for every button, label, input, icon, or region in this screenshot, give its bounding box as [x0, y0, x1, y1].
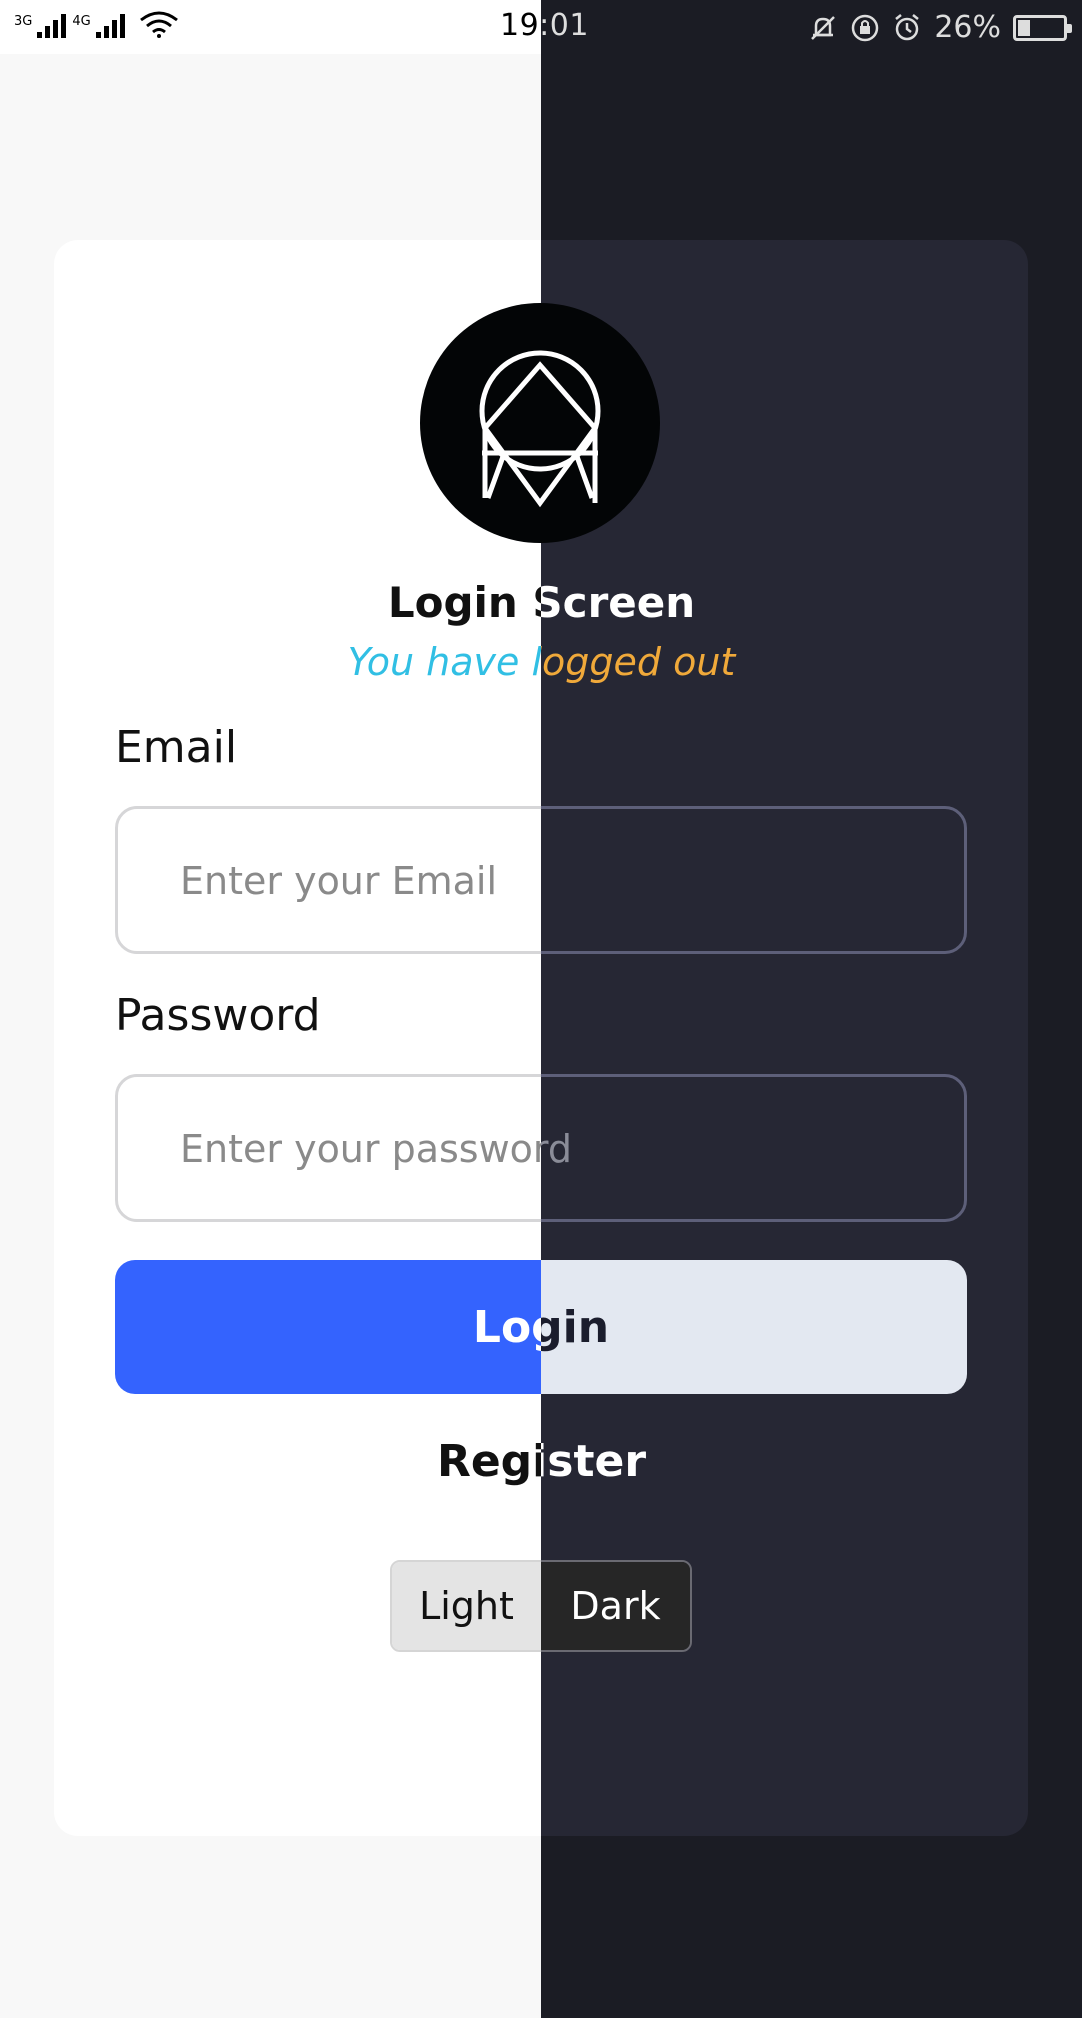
register-link[interactable]: Register — [0, 1436, 541, 1487]
logout-message: You have logged out — [541, 640, 736, 684]
theme-toggle: Light Dark — [390, 1560, 541, 1652]
mute-icon — [811, 15, 836, 40]
alarm-icon — [895, 13, 920, 40]
battery-percent: 26% — [934, 10, 1001, 45]
signal-icon: 4G — [72, 14, 125, 38]
wifi-icon — [139, 10, 179, 38]
password-placeholder: Enter your password — [541, 1127, 573, 1171]
password-placeholder: Enter your password — [180, 1127, 541, 1171]
status-bar: 3G 4G 19:01 26% — [541, 0, 1082, 54]
email-field[interactable]: Enter your Email — [541, 806, 967, 954]
email-field[interactable]: Enter your Email — [115, 806, 541, 954]
password-field[interactable]: Enter your password — [541, 1074, 967, 1222]
login-button[interactable]: Login — [541, 1260, 967, 1394]
login-button-label: Login — [472, 1302, 541, 1353]
light-theme-half: 3G 4G 19:01 26% — [0, 0, 541, 2018]
email-label: Email — [115, 722, 238, 773]
logout-message: You have logged out — [347, 640, 541, 684]
app-logo — [541, 303, 660, 543]
app-logo — [420, 303, 541, 543]
login-button[interactable]: Login — [115, 1260, 541, 1394]
network-type-label: 3G — [14, 14, 33, 29]
password-label: Password — [115, 990, 321, 1041]
page-title: Login Screen — [541, 578, 696, 627]
page-title: Login Screen — [387, 578, 541, 627]
theme-toggle: Light Dark — [541, 1560, 692, 1652]
clock: 19:01 — [500, 8, 541, 43]
register-link[interactable]: Register — [541, 1436, 1082, 1487]
light-theme-option[interactable]: Light — [392, 1562, 541, 1650]
status-bar: 3G 4G 19:01 26% — [0, 0, 541, 54]
dark-theme-option[interactable]: Dark — [541, 1562, 690, 1650]
rotation-lock-icon — [852, 14, 879, 41]
signal-icon: 3G — [14, 14, 67, 38]
clock: 19:01 — [541, 8, 589, 43]
login-button-label: Login — [541, 1302, 610, 1353]
network-type-label: 4G — [72, 14, 91, 29]
dark-theme-half: 3G 4G 19:01 26% — [541, 0, 1082, 2018]
password-field[interactable]: Enter your password — [115, 1074, 541, 1222]
email-placeholder: Enter your Email — [180, 859, 498, 903]
battery-icon — [1013, 14, 1072, 41]
